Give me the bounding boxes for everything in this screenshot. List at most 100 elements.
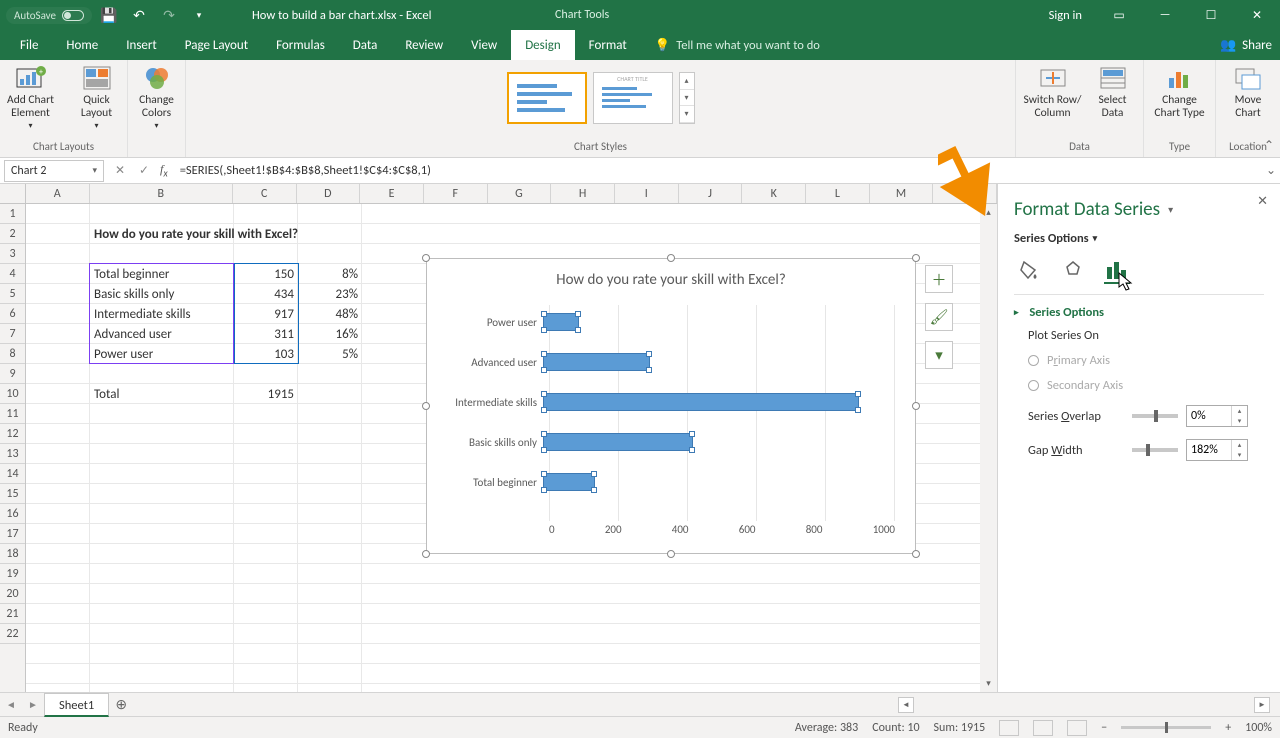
new-sheet-button[interactable]: ⊕ — [109, 696, 133, 713]
cell-B2[interactable]: How do you rate your skill with Excel? — [90, 224, 390, 244]
cell-C10[interactable]: 1915 — [234, 384, 298, 404]
hscroll-left[interactable]: ◄ — [898, 697, 914, 713]
tab-insert[interactable]: Insert — [112, 30, 171, 60]
col-B[interactable]: B — [90, 184, 233, 203]
col-M[interactable]: M — [870, 184, 934, 203]
embedded-chart[interactable]: How do you rate your skill with Excel? P… — [426, 258, 916, 554]
tell-me-search[interactable]: 💡 Tell me what you want to do — [641, 30, 820, 60]
col-L[interactable]: L — [806, 184, 870, 203]
formula-input[interactable]: =SERIES(,Sheet1!$B$4:$B$8,Sheet1!$C$4:$C… — [172, 163, 1262, 178]
tab-review[interactable]: Review — [391, 30, 457, 60]
bar-basic-skills[interactable] — [543, 433, 693, 451]
gallery-scroll[interactable]: ▴▾▾ — [679, 72, 695, 124]
select-all-corner[interactable] — [0, 184, 26, 203]
quick-layout-button[interactable]: Quick Layout▾ — [67, 64, 127, 132]
tab-page-layout[interactable]: Page Layout — [171, 30, 262, 60]
autosave-toggle[interactable]: AutoSave — [6, 7, 92, 24]
maximize-button[interactable]: ☐ — [1188, 0, 1234, 30]
col-A[interactable]: A — [26, 184, 90, 203]
series-overlap-input[interactable]: ▴▾ — [1186, 405, 1248, 427]
normal-view-icon[interactable] — [999, 720, 1019, 736]
sheet-tab-sheet1[interactable]: Sheet1 — [44, 693, 109, 717]
cell-D5[interactable]: 23% — [298, 284, 362, 304]
x-axis[interactable]: 0 200 400 600 800 1000 — [549, 523, 895, 539]
cell-D8[interactable]: 5% — [298, 344, 362, 364]
col-H[interactable]: H — [551, 184, 615, 203]
change-chart-type-button[interactable]: Change Chart Type — [1150, 64, 1210, 120]
close-button[interactable]: ✕ — [1234, 0, 1280, 30]
redo-icon[interactable]: ↷ — [156, 2, 182, 28]
undo-icon[interactable]: ↶ — [126, 2, 152, 28]
series-options-tab[interactable] — [1104, 258, 1130, 284]
fx-icon[interactable]: fx — [156, 162, 172, 179]
col-D[interactable]: D — [297, 184, 361, 203]
minimize-button[interactable]: — — [1142, 0, 1188, 30]
tab-nav-next[interactable]: ► — [22, 698, 44, 711]
bar-total-beginner[interactable] — [543, 473, 595, 491]
pane-menu-icon[interactable]: ▾ — [1168, 203, 1173, 216]
col-N[interactable]: N — [933, 184, 997, 203]
bar-power-user[interactable] — [543, 313, 579, 331]
enter-formula-icon[interactable]: ✓ — [132, 160, 156, 182]
chart-styles-button[interactable]: 🖌 — [925, 303, 953, 331]
chart-elements-button[interactable]: ＋ — [925, 265, 953, 293]
cell-B10[interactable]: Total — [90, 384, 234, 404]
cell-D7[interactable]: 16% — [298, 324, 362, 344]
cancel-formula-icon[interactable]: ✕ — [108, 160, 132, 182]
series-options-header[interactable]: ▸ Series Options — [1014, 305, 1264, 320]
col-K[interactable]: K — [742, 184, 806, 203]
zoom-level[interactable]: 100% — [1245, 721, 1272, 735]
cell-D6[interactable]: 48% — [298, 304, 362, 324]
expand-formula-bar-icon[interactable]: ⌄ — [1262, 163, 1280, 178]
chart-style-2[interactable]: CHART TITLE — [593, 72, 673, 124]
fill-line-tab[interactable] — [1016, 258, 1042, 284]
zoom-out-icon[interactable]: − — [1101, 721, 1107, 735]
close-pane-icon[interactable]: ✕ — [1257, 194, 1268, 209]
chart-title[interactable]: How do you rate your skill with Excel? — [427, 259, 915, 289]
tab-home[interactable]: Home — [52, 30, 112, 60]
tab-formulas[interactable]: Formulas — [262, 30, 339, 60]
tab-view[interactable]: View — [457, 30, 511, 60]
bar-advanced-user[interactable] — [543, 353, 650, 371]
select-data-button[interactable]: Select Data — [1089, 64, 1137, 120]
effects-tab[interactable] — [1060, 258, 1086, 284]
chart-filters-button[interactable]: ▾ — [925, 341, 953, 369]
col-F[interactable]: F — [424, 184, 488, 203]
ribbon-display-options-icon[interactable]: ▭ — [1096, 0, 1142, 30]
plot-area[interactable]: Power user Advanced user Intermediate sk… — [449, 305, 895, 521]
move-chart-button[interactable]: Move Chart — [1223, 64, 1273, 120]
chart-style-1[interactable] — [507, 72, 587, 124]
gap-width-input[interactable]: ▴▾ — [1186, 439, 1248, 461]
zoom-slider[interactable] — [1121, 726, 1211, 729]
pane-subtitle[interactable]: Series Options▾ — [1014, 231, 1264, 246]
tab-design[interactable]: Design — [511, 30, 574, 60]
name-box[interactable]: Chart 2▾ — [4, 160, 104, 182]
page-layout-view-icon[interactable] — [1033, 720, 1053, 736]
add-chart-element-button[interactable]: + Add Chart Element▾ — [1, 64, 61, 132]
worksheet[interactable]: A B C D E F G H I J K L M N 12345 678910… — [0, 184, 998, 692]
switch-row-column-button[interactable]: Switch Row/ Column — [1023, 64, 1083, 120]
change-colors-button[interactable]: Change Colors▾ — [134, 64, 180, 132]
series-overlap-slider[interactable] — [1132, 414, 1178, 418]
hscroll-right[interactable]: ► — [1254, 697, 1270, 713]
chart-styles-gallery[interactable]: CHART TITLE ▴▾▾ — [507, 68, 695, 128]
column-headers[interactable]: A B C D E F G H I J K L M N — [0, 184, 997, 204]
col-G[interactable]: G — [488, 184, 552, 203]
col-I[interactable]: I — [615, 184, 679, 203]
share-button[interactable]: 👥 Share — [1220, 30, 1272, 60]
zoom-in-icon[interactable]: + — [1225, 721, 1231, 735]
save-icon[interactable]: 💾 — [96, 2, 122, 28]
tab-nav-prev[interactable]: ◄ — [0, 698, 22, 711]
tab-file[interactable]: File — [6, 30, 52, 60]
sign-in-button[interactable]: Sign in — [1035, 8, 1096, 23]
row-headers[interactable]: 12345 678910 1112131415 1617181920 2122 — [0, 204, 26, 692]
col-C[interactable]: C — [233, 184, 297, 203]
vertical-scrollbar[interactable]: ▴ ▾ — [980, 204, 997, 692]
bar-intermediate-skills[interactable] — [543, 393, 859, 411]
page-break-view-icon[interactable] — [1067, 720, 1087, 736]
qat-customize-icon[interactable]: ▾ — [186, 2, 212, 28]
gap-width-slider[interactable] — [1132, 448, 1178, 452]
col-E[interactable]: E — [360, 184, 424, 203]
collapse-ribbon-icon[interactable]: ⌃ — [1264, 138, 1274, 153]
tab-data[interactable]: Data — [339, 30, 392, 60]
